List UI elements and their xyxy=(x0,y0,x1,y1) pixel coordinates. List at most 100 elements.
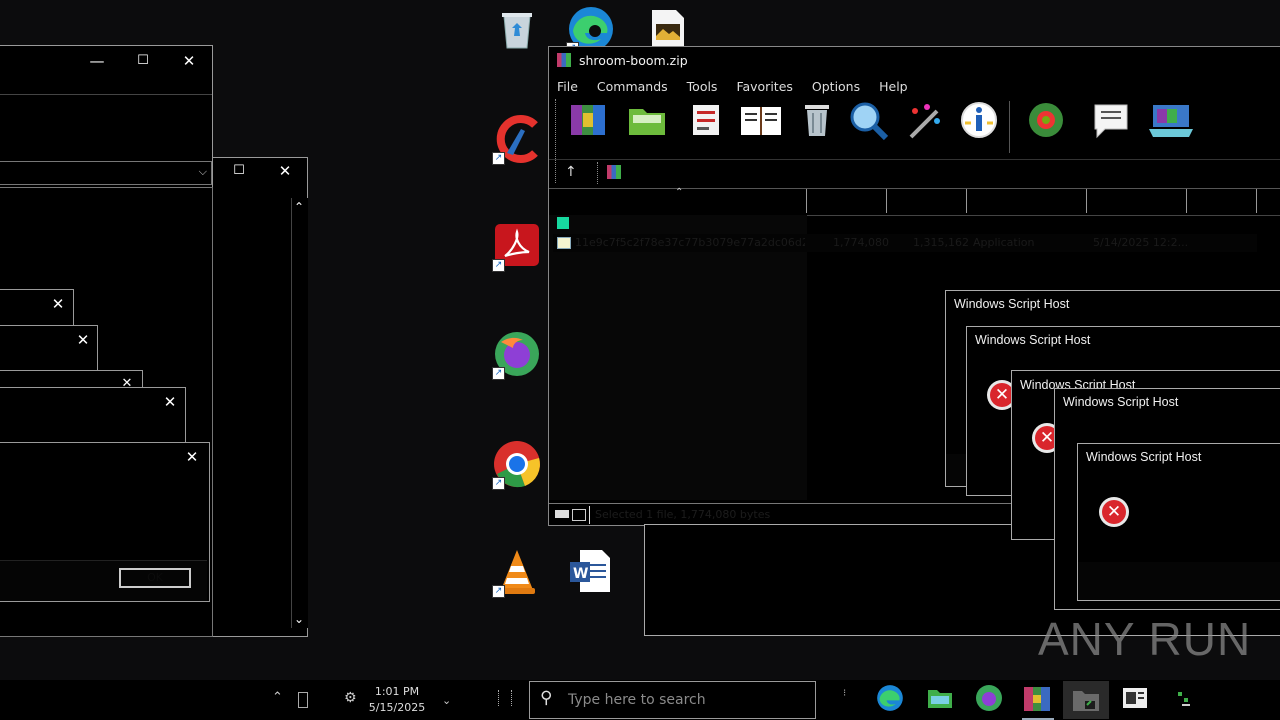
clock-date: 5/15/2025 xyxy=(368,701,426,714)
menu-favorites[interactable]: Favorites xyxy=(736,79,792,94)
maximize-button[interactable]: ☐ xyxy=(225,159,253,183)
delete-icon[interactable] xyxy=(799,101,837,139)
column-divider[interactable] xyxy=(806,189,807,213)
file-packed: 1,315,162 xyxy=(913,236,969,249)
divider xyxy=(0,94,212,95)
sfx-icon[interactable] xyxy=(1149,101,1193,139)
taskbar-explorer-icon[interactable] xyxy=(926,684,958,716)
taskbar-document-icon[interactable] xyxy=(1120,684,1152,716)
window-title: shroom-boom.zip xyxy=(579,53,688,68)
clock-time: 1:01 PM xyxy=(374,685,420,698)
taskbar-winrar-icon[interactable] xyxy=(1022,684,1054,720)
taskbar-firefox-icon[interactable] xyxy=(975,684,1007,716)
add-icon[interactable] xyxy=(569,101,607,139)
parent-folder-row[interactable] xyxy=(557,217,569,229)
file-size: 1,774,080 xyxy=(833,236,889,249)
view-icon[interactable] xyxy=(739,101,781,139)
file-name: 11e9c7f5c2f78e37c77b3079e77a2dc06d28... xyxy=(575,236,805,249)
scroll-down-arrow[interactable]: ⌄ xyxy=(294,612,304,626)
firefox-icon[interactable]: ↗ xyxy=(492,330,541,380)
acrobat-icon[interactable]: ↗ xyxy=(492,222,541,272)
archive-path-icon xyxy=(607,165,621,179)
vertical-scrollbar[interactable]: ⌃ ⌄ xyxy=(291,198,308,628)
column-divider[interactable] xyxy=(1186,189,1187,213)
stacked-dialog-4: ✕ xyxy=(0,387,186,445)
menu-commands[interactable]: Commands xyxy=(597,79,668,94)
shortcut-arrow-icon: ↗ xyxy=(492,152,505,165)
task-view-icon[interactable] xyxy=(498,690,512,706)
taskbar-edge-icon[interactable] xyxy=(876,684,908,716)
close-button[interactable]: ✕ xyxy=(178,445,206,469)
stacked-dialog-1: ✕ xyxy=(0,289,74,329)
vlc-icon[interactable]: ↗ xyxy=(492,548,541,598)
error-icon: ✕ xyxy=(1032,423,1062,453)
status-text: Selected 1 file, 1,774,080 bytes xyxy=(595,508,771,521)
chevron-down-icon[interactable]: ⌄ xyxy=(442,694,451,707)
menu-help[interactable]: Help xyxy=(879,79,908,94)
file-type: Application xyxy=(973,236,1035,249)
network-icon[interactable] xyxy=(298,692,308,708)
address-bar: ↑ xyxy=(549,159,1280,189)
search-box[interactable]: ⚲ Type here to search xyxy=(529,681,816,719)
chevron-down-icon: ⌵ xyxy=(198,165,207,178)
svg-text:W: W xyxy=(573,566,588,582)
close-button[interactable]: ✕ xyxy=(175,49,203,73)
column-divider[interactable] xyxy=(886,189,887,213)
search-placeholder: Type here to search xyxy=(568,692,706,708)
taskbar-console-icon[interactable] xyxy=(1170,684,1202,716)
dialog-title: Windows Script Host xyxy=(975,333,1091,347)
scroll-up-arrow[interactable]: ⌃ xyxy=(294,200,304,214)
recycle-bin-icon[interactable] xyxy=(495,8,543,56)
ccleaner-icon[interactable]: ↗ xyxy=(492,115,541,165)
gear-icon[interactable]: ⚙ xyxy=(344,690,357,706)
file-modified: 5/14/2025 12:2... xyxy=(1093,236,1189,249)
close-button[interactable]: ✕ xyxy=(44,292,72,316)
find-icon[interactable] xyxy=(849,101,889,141)
dialog-title: Windows Script Host xyxy=(1063,395,1179,409)
error-icon: ✕ xyxy=(1099,497,1129,527)
status-divider xyxy=(589,506,590,524)
column-divider[interactable] xyxy=(1086,189,1087,213)
dialog-footer xyxy=(1078,562,1280,600)
test-icon[interactable] xyxy=(687,101,725,139)
clock[interactable]: 1:01 PM 5/15/2025 xyxy=(362,684,432,716)
close-button[interactable]: ✕ xyxy=(69,328,97,352)
column-divider[interactable] xyxy=(966,189,967,213)
table-row[interactable]: 11e9c7f5c2f78e37c77b3079e77a2dc06d28... … xyxy=(553,234,1257,252)
column-header-row: ⌃ xyxy=(549,187,1280,216)
column-divider[interactable] xyxy=(1256,189,1257,213)
cortana-icon[interactable]: ⁝ xyxy=(843,688,846,699)
taskbar-script-active[interactable] xyxy=(1063,681,1109,719)
error-icon: ✕ xyxy=(987,380,1017,410)
chrome-icon[interactable]: ↗ xyxy=(492,440,541,490)
toolbar-separator xyxy=(1009,101,1010,153)
maximize-button[interactable]: ☐ xyxy=(129,49,157,73)
dialog-title: Windows Script Host xyxy=(1086,450,1202,464)
menu-file[interactable]: File xyxy=(557,79,578,94)
virus-scan-icon[interactable] xyxy=(1027,101,1065,139)
dialog-title: Windows Script Host xyxy=(954,297,1070,311)
key-icon xyxy=(572,509,586,521)
comment-icon[interactable] xyxy=(1091,101,1129,139)
menu-options[interactable]: Options xyxy=(812,79,860,94)
script-host-dialog-5: Windows Script Host ✕ xyxy=(1077,443,1280,601)
info-icon[interactable] xyxy=(960,101,998,139)
exe-file-icon xyxy=(557,237,571,249)
chevron-up-icon[interactable]: ⌃ xyxy=(272,690,283,705)
address-combobox[interactable]: ⌵ xyxy=(0,161,212,185)
shortcut-arrow-icon: ↗ xyxy=(492,259,505,272)
up-folder-button[interactable]: ↑ xyxy=(565,164,577,180)
word-icon[interactable]: W xyxy=(568,548,616,596)
close-button[interactable]: ✕ xyxy=(271,159,299,183)
ok-button[interactable]: OK xyxy=(119,568,191,588)
wizard-icon[interactable] xyxy=(905,101,943,139)
extract-to-icon[interactable] xyxy=(627,101,665,139)
menu-tools[interactable]: Tools xyxy=(687,79,718,94)
stacked-dialog-5: ✕ OK xyxy=(0,442,210,602)
minimize-button[interactable]: — xyxy=(83,49,111,73)
shortcut-arrow-icon: ↗ xyxy=(492,585,505,598)
close-button[interactable]: ✕ xyxy=(156,390,184,414)
search-icon: ⚲ xyxy=(540,688,553,708)
sort-indicator-icon: ⌃ xyxy=(675,187,684,198)
anyrun-watermark: ANY RUN xyxy=(1038,613,1252,665)
